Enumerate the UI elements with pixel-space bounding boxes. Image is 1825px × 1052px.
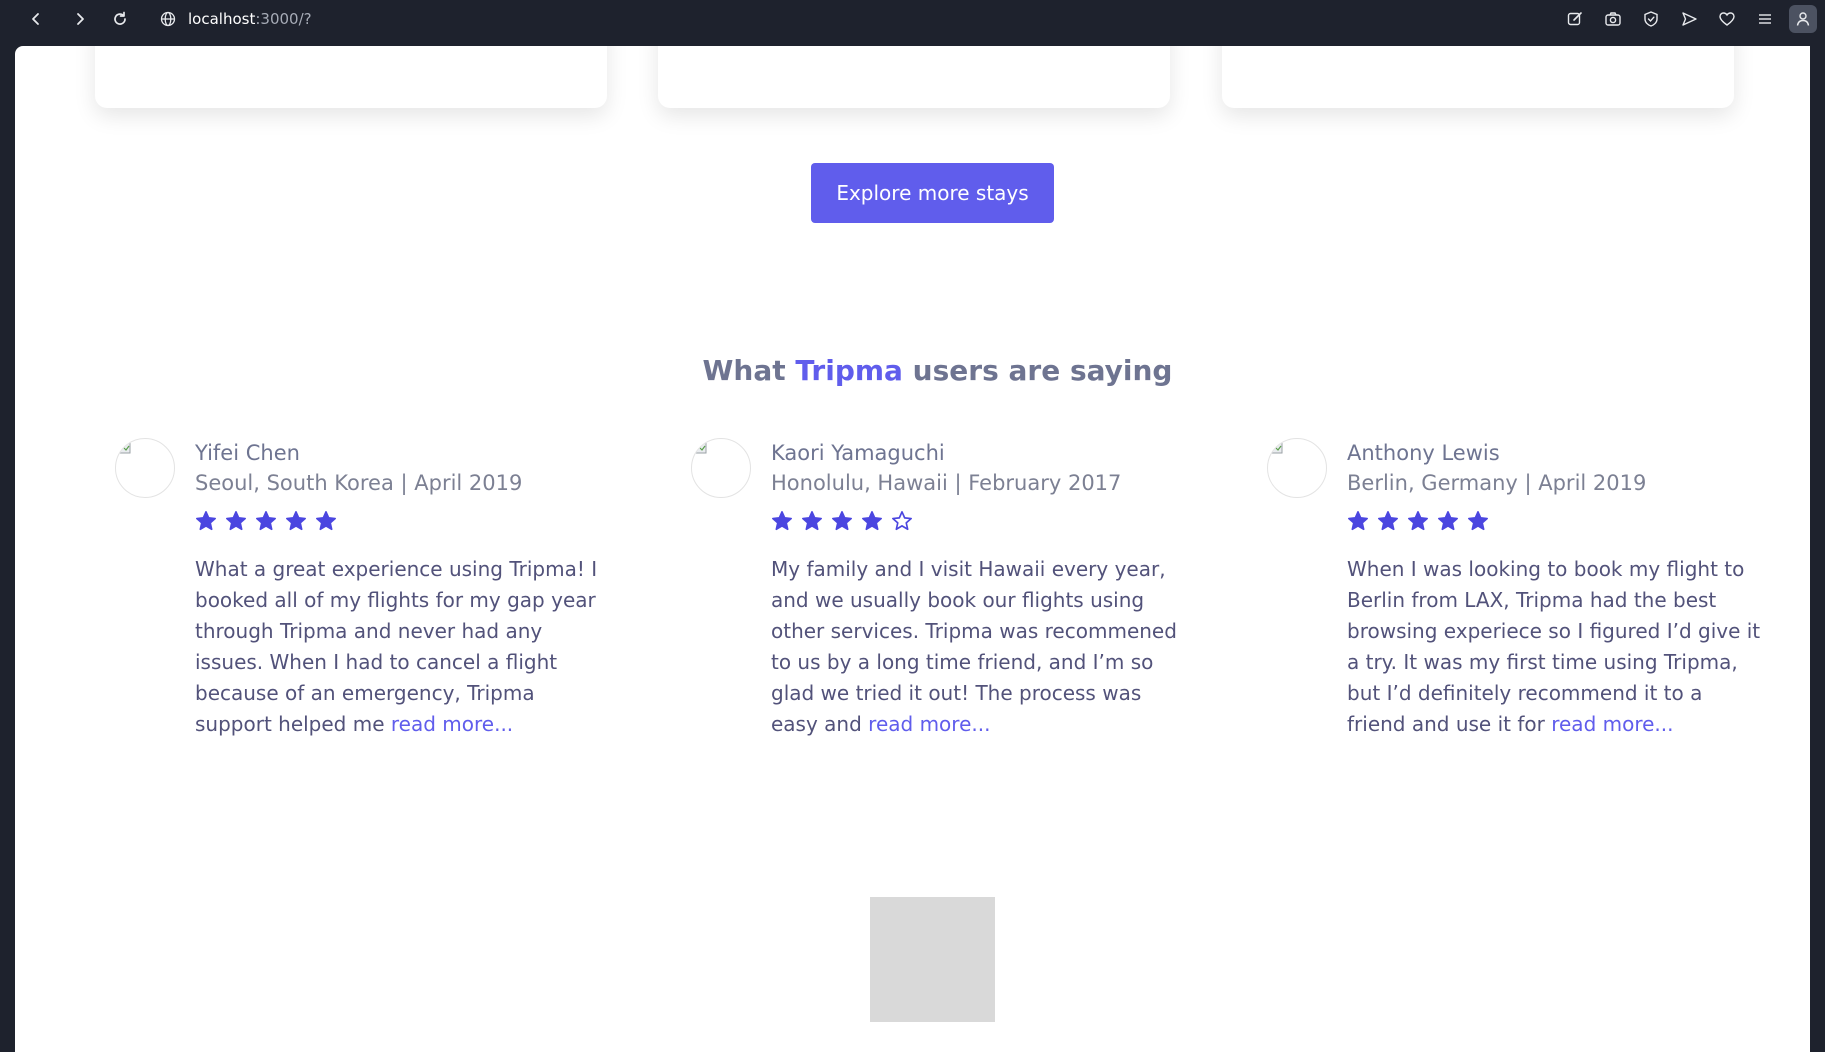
image-placeholder	[870, 897, 995, 1022]
star-filled-icon	[862, 511, 882, 531]
forward-button[interactable]	[68, 7, 92, 31]
section-title: What Tripma users are saying	[15, 354, 1810, 387]
star-filled-icon	[256, 511, 276, 531]
heart-icon[interactable]	[1713, 5, 1741, 33]
stay-card[interactable]	[1222, 46, 1734, 108]
star-filled-icon	[316, 511, 336, 531]
address-bar[interactable]: localhost:3000/?	[160, 7, 312, 31]
avatar	[115, 438, 175, 498]
shield-icon[interactable]	[1637, 5, 1665, 33]
reviewer-name: Kaori Yamaguchi	[771, 441, 945, 465]
menu-icon[interactable]	[1751, 5, 1779, 33]
reviewer-meta: Seoul, South Korea | April 2019	[195, 471, 523, 495]
reviewer-meta: Berlin, Germany | April 2019	[1347, 471, 1647, 495]
explore-more-stays-button[interactable]: Explore more stays	[811, 163, 1054, 223]
read-more-link[interactable]: read more...	[1551, 712, 1673, 736]
reviewer-name: Anthony Lewis	[1347, 441, 1500, 465]
back-button[interactable]	[24, 7, 48, 31]
reviewer-name: Yifei Chen	[195, 441, 300, 465]
url-text[interactable]: localhost:3000/?	[188, 10, 312, 28]
star-filled-icon	[226, 511, 246, 531]
reviewer-meta: Honolulu, Hawaii | February 2017	[771, 471, 1122, 495]
star-filled-icon	[286, 511, 306, 531]
browser-toolbar: localhost:3000/?	[0, 0, 1825, 38]
star-filled-icon	[772, 511, 792, 531]
section-title-brand: Tripma	[795, 354, 903, 387]
star-filled-icon	[802, 511, 822, 531]
reload-icon	[114, 11, 126, 25]
star-rating	[771, 510, 1191, 534]
toolbar-icons	[1561, 5, 1825, 33]
star-filled-icon	[1378, 511, 1398, 531]
review-text-body: My family and I visit Hawaii every year,…	[771, 557, 1177, 736]
review-body: Yifei Chen Seoul, South Korea | April 20…	[195, 438, 615, 740]
url-host: localhost	[188, 10, 256, 28]
send-icon[interactable]	[1675, 5, 1703, 33]
chevron-left-icon	[32, 13, 39, 25]
star-filled-icon	[1468, 511, 1488, 531]
url-path: :3000/?	[255, 10, 312, 28]
scrollbar[interactable]	[1810, 46, 1825, 1052]
stay-card[interactable]	[658, 46, 1170, 108]
profile-icon[interactable]	[1789, 5, 1817, 33]
section-title-prefix: What	[702, 354, 796, 387]
star-filled-icon	[832, 511, 852, 531]
review-body: Kaori Yamaguchi Honolulu, Hawaii | Febru…	[771, 438, 1191, 740]
broken-image-icon	[117, 441, 131, 454]
reload-button[interactable]	[108, 7, 132, 31]
avatar	[691, 438, 751, 498]
review-body: Anthony Lewis Berlin, Germany | April 20…	[1347, 438, 1767, 740]
broken-image-icon	[1269, 441, 1283, 454]
section-title-suffix: users are saying	[902, 354, 1173, 387]
avatar	[1267, 438, 1327, 498]
review-text: My family and I visit Hawaii every year,…	[771, 554, 1191, 740]
review-text-body: When I was looking to book my flight to …	[1347, 557, 1761, 736]
page-viewport: Explore more stays What Tripma users are…	[15, 46, 1810, 1052]
broken-image-icon	[693, 441, 707, 454]
star-rating	[195, 510, 615, 534]
review-text: When I was looking to book my flight to …	[1347, 554, 1767, 740]
star-filled-icon	[1438, 511, 1458, 531]
read-more-link[interactable]: read more...	[391, 712, 513, 736]
edit-icon[interactable]	[1561, 5, 1589, 33]
read-more-link[interactable]: read more...	[868, 712, 990, 736]
review-text: What a great experience using Tripma! I …	[195, 554, 615, 740]
stay-card[interactable]	[95, 46, 607, 108]
star-outline-icon	[892, 511, 912, 531]
camera-icon[interactable]	[1599, 5, 1627, 33]
star-rating	[1347, 510, 1767, 534]
globe-icon	[160, 11, 176, 27]
star-filled-icon	[196, 511, 216, 531]
star-filled-icon	[1348, 511, 1368, 531]
star-filled-icon	[1408, 511, 1428, 531]
review-text-body: What a great experience using Tripma! I …	[195, 557, 598, 736]
chevron-right-icon	[77, 13, 84, 25]
